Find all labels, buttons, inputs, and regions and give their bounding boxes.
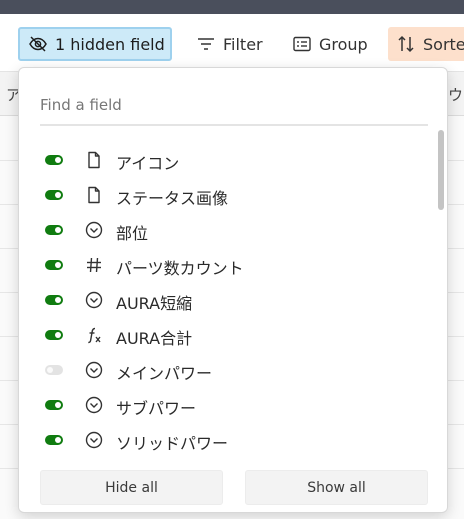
single-select-icon (84, 395, 104, 415)
visibility-toggle[interactable] (45, 400, 63, 410)
toggle-knob (55, 192, 61, 198)
single-select-icon (84, 290, 104, 310)
hide-fields-button[interactable]: 1 hidden field (18, 27, 172, 61)
show-all-button[interactable]: Show all (245, 470, 428, 505)
number-icon (84, 255, 104, 275)
view-toolbar: 1 hidden field Filter Group Sorte (0, 14, 464, 72)
field-row[interactable]: 部位 (19, 212, 439, 247)
field-row[interactable]: メインパワー (19, 352, 439, 387)
field-label: パーツ数カウント (116, 259, 244, 278)
group-button[interactable]: Group (284, 27, 376, 61)
visibility-toggle[interactable] (45, 365, 63, 375)
toggle-knob (55, 262, 61, 268)
field-label: サブパワー (116, 399, 197, 418)
group-label: Group (319, 34, 368, 54)
field-label: AURA合計 (116, 329, 193, 348)
single-select-icon (84, 220, 104, 240)
formula-icon (84, 325, 104, 345)
window-top-strip (0, 0, 464, 14)
hide-fields-label: 1 hidden field (55, 34, 165, 54)
toggle-knob (47, 367, 53, 373)
field-label: メインパワー (116, 364, 213, 383)
field-row[interactable]: サブパワー (19, 387, 439, 422)
field-row[interactable]: AURA合計 (19, 317, 439, 352)
hide-fields-popover: アイコン ステータス画像 部位 (18, 67, 448, 513)
field-row[interactable]: ステータス画像 (19, 177, 439, 212)
grid-header-cell-right[interactable]: ウ (448, 84, 463, 105)
visibility-toggle[interactable] (45, 225, 63, 235)
field-row[interactable]: パーツ数カウント (19, 247, 439, 282)
field-label: ステータス画像 (116, 189, 229, 208)
toggle-knob (55, 332, 61, 338)
file-icon (84, 150, 104, 170)
filter-button[interactable]: Filter (188, 27, 271, 61)
sort-button[interactable]: Sorte (388, 27, 464, 61)
visibility-toggle[interactable] (45, 295, 63, 305)
field-row[interactable]: AURA短縮 (19, 282, 439, 317)
field-row[interactable]: ソリッドパワー (19, 422, 439, 457)
group-icon (292, 34, 312, 54)
find-field-input[interactable] (40, 86, 428, 126)
toggle-knob (55, 437, 61, 443)
file-icon (84, 185, 104, 205)
visibility-toggle[interactable] (45, 435, 63, 445)
field-label: AURA短縮 (116, 294, 193, 313)
field-row[interactable]: アイコン (19, 142, 439, 177)
field-list: アイコン ステータス画像 部位 パーツ数カウント AURA短縮 AURA合計 メ… (19, 142, 439, 457)
field-label: アイコン (116, 154, 180, 173)
visibility-toggle[interactable] (45, 190, 63, 200)
sort-icon (396, 34, 416, 54)
sort-label: Sorte (423, 34, 464, 54)
visibility-toggle[interactable] (45, 155, 63, 165)
toggle-knob (55, 297, 61, 303)
single-select-icon (84, 360, 104, 380)
field-label: ソリッドパワー (116, 434, 229, 453)
field-list-scrollbar[interactable] (438, 130, 444, 210)
filter-label: Filter (223, 34, 263, 54)
hide-all-button[interactable]: Hide all (40, 470, 223, 505)
filter-icon (196, 34, 216, 54)
eye-off-icon (28, 34, 48, 54)
visibility-toggle[interactable] (45, 260, 63, 270)
toggle-knob (55, 227, 61, 233)
toggle-knob (55, 157, 61, 163)
visibility-toggle[interactable] (45, 330, 63, 340)
field-label: 部位 (116, 224, 149, 243)
toggle-knob (55, 402, 61, 408)
single-select-icon (84, 430, 104, 450)
